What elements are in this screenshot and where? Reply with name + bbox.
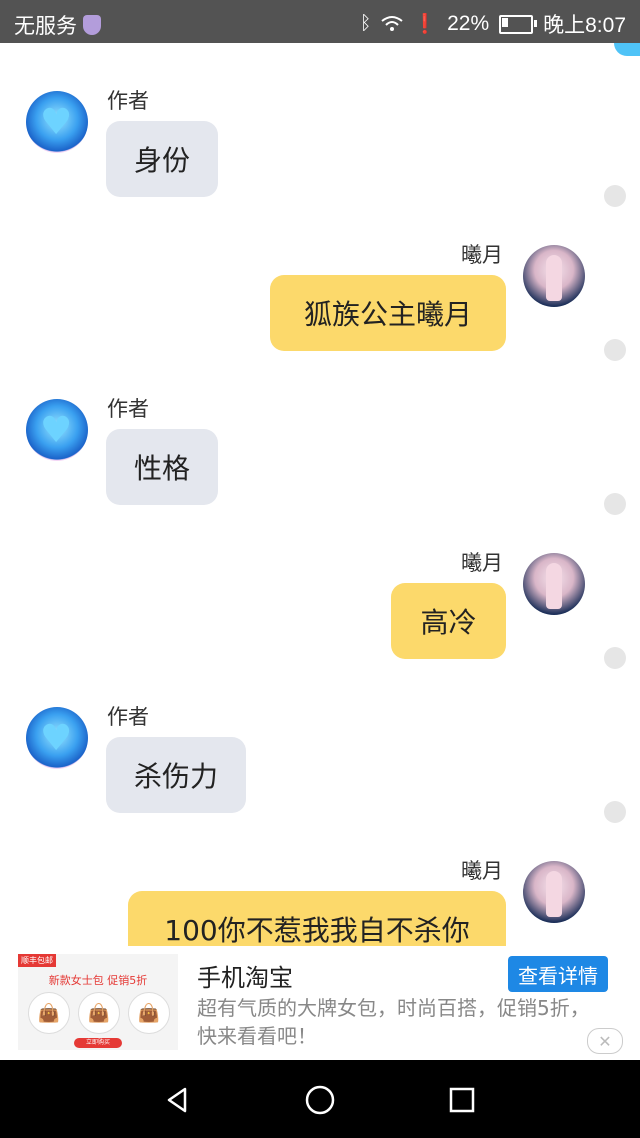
author-avatar[interactable]: ♥	[26, 399, 88, 461]
battery-icon	[499, 14, 538, 34]
status-bar: 无服务 ᛒ ❗ 22% 晚上8:07	[0, 0, 640, 43]
home-icon[interactable]	[302, 1082, 338, 1118]
ad-title: 手机淘宝	[197, 964, 293, 992]
clock-time: 晚上8:07	[543, 14, 626, 37]
xiyue-avatar[interactable]	[523, 861, 585, 923]
sender-name: 作者	[107, 397, 149, 421]
ad-tag: 顺丰包邮	[18, 954, 56, 967]
message-bubble[interactable]: 身份	[106, 121, 219, 197]
navigation-bar	[0, 1060, 640, 1138]
wifi-icon	[381, 16, 404, 31]
status-dot	[604, 339, 626, 361]
handbag-icon: 👜	[128, 992, 170, 1034]
message-bubble[interactable]: 高冷	[391, 583, 506, 659]
alert-icon: ❗	[413, 14, 438, 35]
author-avatar[interactable]: ♥	[26, 707, 88, 769]
bluetooth-icon: ᛒ	[360, 13, 372, 34]
ad-banner[interactable]: 顺丰包邮 新款女士包 促销5折 👜 👜 👜 立即购买 手机淘宝 超有气质的大牌女…	[0, 946, 640, 1060]
ad-promo-text: 新款女士包 促销5折	[48, 974, 148, 987]
ad-image[interactable]: 顺丰包邮 新款女士包 促销5折 👜 👜 👜 立即购买	[18, 954, 178, 1050]
message-bubble[interactable]: 狐族公主曦月	[270, 275, 506, 351]
carrier-text: 无服务	[14, 15, 77, 38]
sender-name: 作者	[107, 705, 149, 729]
chat-area[interactable]: ♥ 作者 身份 曦月 狐族公主曦月 ♥ 作者 性格 曦月 高冷 ♥ 作者 杀伤力…	[0, 43, 640, 946]
ad-buy-label: 立即购买	[74, 1038, 122, 1048]
recents-icon[interactable]	[444, 1082, 480, 1118]
handbag-icon: 👜	[78, 992, 120, 1034]
battery-percent: 22%	[447, 12, 490, 35]
sender-name: 作者	[107, 89, 149, 113]
sender-name: 曦月	[461, 551, 503, 575]
back-icon[interactable]	[160, 1082, 196, 1118]
message-bubble[interactable]: 100你不惹我我自不杀你	[128, 891, 506, 946]
sender-name: 曦月	[461, 243, 503, 267]
status-dot	[604, 493, 626, 515]
handbag-icon: 👜	[28, 992, 70, 1034]
xiyue-avatar[interactable]	[523, 553, 585, 615]
sender-name: 曦月	[461, 859, 503, 883]
status-dot	[604, 185, 626, 207]
status-dot	[604, 801, 626, 823]
message-bubble[interactable]: 性格	[106, 429, 219, 505]
message-bubble[interactable]: 杀伤力	[106, 737, 247, 813]
author-avatar[interactable]: ♥	[26, 91, 88, 153]
scroll-indicator	[614, 43, 640, 56]
close-icon[interactable]: ✕	[587, 1028, 623, 1054]
shield-icon	[83, 15, 101, 35]
ad-description: 超有气质的大牌女包，时尚百搭，促销5折，快来看看吧！	[197, 996, 590, 1048]
xiyue-avatar[interactable]	[523, 245, 585, 307]
view-details-button[interactable]: 查看详情	[508, 956, 608, 992]
status-dot	[604, 647, 626, 669]
